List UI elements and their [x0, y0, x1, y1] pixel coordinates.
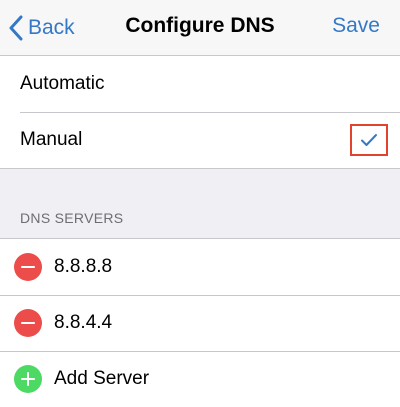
dns-server-row[interactable]: 8.8.4.4	[0, 295, 400, 351]
minus-circle-icon[interactable]	[14, 253, 42, 281]
add-server-row[interactable]: Add Server	[0, 351, 400, 407]
chevron-left-icon	[9, 15, 23, 41]
configure-dns-screen: Back Configure DNS Save Automatic Manual…	[0, 0, 400, 407]
dns-server-address: 8.8.8.8	[54, 256, 113, 277]
option-automatic-label: Automatic	[20, 73, 105, 94]
plus-circle-icon[interactable]	[14, 365, 42, 393]
minus-circle-icon[interactable]	[14, 309, 42, 337]
dns-server-address: 8.8.4.4	[54, 312, 113, 333]
back-button[interactable]: Back	[8, 12, 75, 44]
save-button[interactable]: Save	[332, 14, 380, 38]
option-manual[interactable]: Manual	[0, 112, 400, 168]
manual-selected-highlight	[350, 124, 388, 156]
back-button-label: Back	[28, 16, 75, 39]
option-automatic[interactable]: Automatic	[0, 56, 400, 112]
dns-mode-group: Automatic Manual	[0, 56, 400, 169]
add-server-label: Add Server	[54, 368, 150, 389]
navigation-bar: Back Configure DNS Save	[0, 0, 400, 56]
dns-servers-header: DNS SERVERS	[20, 210, 124, 226]
checkmark-icon	[361, 134, 377, 146]
option-manual-label: Manual	[20, 129, 83, 150]
dns-server-row[interactable]: 8.8.8.8	[0, 239, 400, 295]
dns-servers-group: 8.8.8.8 8.8.4.4 Add Server	[0, 238, 400, 407]
